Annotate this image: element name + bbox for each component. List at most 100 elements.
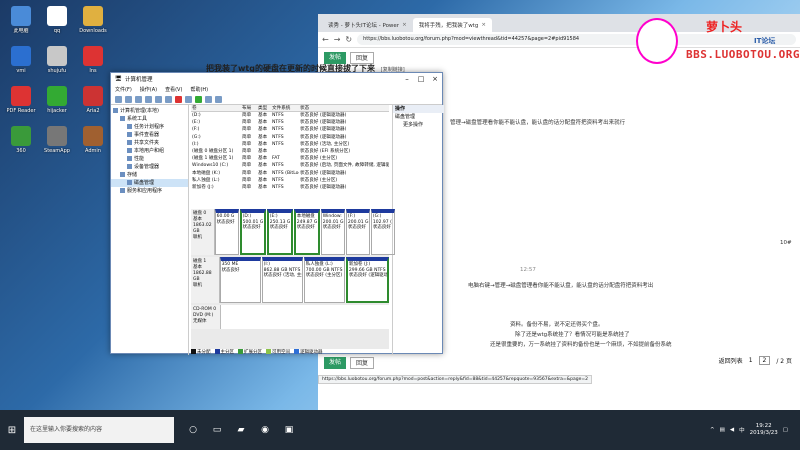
back-icon[interactable] xyxy=(115,95,122,103)
post-button-bottom[interactable]: 发帖 xyxy=(324,357,347,369)
table-row[interactable]: (E:) 简单 基本 NTFS 状态良好 (逻辑驱动器) xyxy=(191,119,389,126)
back-icon[interactable]: ← xyxy=(322,35,329,44)
chevron-up-icon[interactable]: ^ xyxy=(710,427,715,433)
table-row[interactable]: (I:) 简单 基本 NTFS 状态良好 (活动, 主分区) xyxy=(191,141,389,148)
reply-button-bottom[interactable]: 回复 xyxy=(350,357,375,369)
desktop-icon[interactable]: 此电脑 xyxy=(4,6,38,34)
page-link[interactable]: 1 xyxy=(749,357,753,364)
forward-icon[interactable]: → xyxy=(334,35,341,44)
network-icon[interactable]: ▤ xyxy=(720,427,725,433)
clock[interactable]: 19:22 2019/3/23 xyxy=(750,423,778,437)
desktop-icon[interactable]: qq xyxy=(40,6,74,34)
more-actions[interactable]: 更多操作 xyxy=(393,121,444,129)
computer-management-icon[interactable]: ▣ xyxy=(284,425,294,435)
table-row[interactable]: (磁盘 1 磁盘分区 1) 简单 基本 FAT 状态良好 (主分区) xyxy=(191,155,389,162)
window-titlebar[interactable]: 🖥 计算机管理 – □ × xyxy=(111,73,442,85)
cortana-icon[interactable]: ○ xyxy=(188,425,198,435)
desktop-icon[interactable]: Ins xyxy=(76,46,110,74)
tree-item[interactable]: 磁盘管理 xyxy=(111,179,188,187)
delete-icon[interactable] xyxy=(175,95,182,103)
partition[interactable]: (I:)862.88 GB NTFS状态良好 (活动, 主分区) xyxy=(261,257,303,303)
back-to-list-link[interactable]: 返回列表 xyxy=(719,356,743,365)
tree-item[interactable]: 计算机管理(本地) xyxy=(111,107,188,115)
partition[interactable]: 私人独盘 (L:) 700.00 GB NTFS 状态良好 (主分区) xyxy=(303,257,345,303)
tree-item[interactable]: 服务和应用程序 xyxy=(111,187,188,195)
disk-label[interactable]: CD-ROM 0 DVD (M:) 无媒体 xyxy=(191,305,221,329)
table-row[interactable]: 新加卷 (J:) 简单 基本 NTFS 状态良好 (逻辑驱动器) xyxy=(191,184,389,191)
volume-icon[interactable]: ◀ xyxy=(730,427,734,433)
partition[interactable]: Window: 200.01 G 状态良好 xyxy=(320,209,345,255)
minimize-icon[interactable]: – xyxy=(400,75,414,83)
column-header[interactable]: 文件系统 xyxy=(271,105,299,111)
taskbar-search[interactable]: 在这里输入你要搜索的内容 xyxy=(24,417,174,443)
column-header[interactable]: 卷 xyxy=(191,105,241,111)
tree-item[interactable]: 本地用户和组 xyxy=(111,147,188,155)
tree-item[interactable]: 系统工具 xyxy=(111,115,188,123)
task-view-icon[interactable]: ▭ xyxy=(212,425,222,435)
column-header[interactable]: 类型 xyxy=(257,105,271,111)
desktop-icon[interactable]: PDF Reader xyxy=(4,86,38,114)
tree-item[interactable]: 存储 xyxy=(111,171,188,179)
check-icon[interactable] xyxy=(195,95,202,103)
desktop-icon[interactable]: Admin xyxy=(76,126,110,154)
desktop-icon[interactable]: Aria2 xyxy=(76,86,110,114)
partition[interactable]: (D:) 500.01 G 状态良好 xyxy=(239,209,266,255)
tree-item[interactable]: 设备管理器 xyxy=(111,163,188,171)
table-row[interactable]: (G:) 简单 基本 NTFS 状态良好 (逻辑驱动器) xyxy=(191,134,389,141)
table-row[interactable]: 私人独盘 (L:) 简单 基本 NTFS 状态良好 (主分区) xyxy=(191,177,389,184)
close-tab-icon[interactable]: × xyxy=(402,22,407,28)
close-icon[interactable]: × xyxy=(428,75,442,83)
view-icon[interactable] xyxy=(165,95,172,103)
partition[interactable]: 60.00 G 状态良好 xyxy=(214,209,239,255)
tree-item[interactable]: 事件查看器 xyxy=(111,131,188,139)
help-icon[interactable] xyxy=(155,95,162,103)
tree-item[interactable]: 共享文件夹 xyxy=(111,139,188,147)
desktop-icon[interactable]: Downloads xyxy=(76,6,110,34)
partition[interactable]: (F:) 200.01 G 状态良好 xyxy=(345,209,370,255)
forward-icon[interactable] xyxy=(125,95,132,103)
close-tab-icon[interactable]: × xyxy=(481,22,486,28)
list-icon[interactable] xyxy=(215,95,222,103)
table-row[interactable]: 本地磁盘 (K:) 简单基本 NTFS (BitLocker 已加密)状态良好 (逻… xyxy=(191,170,389,177)
partition[interactable]: 350 ME 状态良好 xyxy=(219,257,261,303)
desktop-icon[interactable]: 360 xyxy=(4,126,38,154)
folder-icon[interactable]: ▰ xyxy=(236,425,246,435)
search-icon[interactable] xyxy=(205,95,212,103)
desktop-icon[interactable]: vmi xyxy=(4,46,38,74)
browser-tab[interactable]: 我将手残，把我装了wtg × xyxy=(412,18,492,32)
forum-logo[interactable]: 萝卜头 IT论坛 BBS.LUOBOTOU.ORG xyxy=(636,14,799,70)
menu-item[interactable]: 操作(A) xyxy=(140,86,157,93)
table-row[interactable]: (D:) 简单 基本 NTFS 状态良好 (逻辑驱动器) xyxy=(191,112,389,119)
partition[interactable]: (E:) 250.13 G 状态良好 xyxy=(266,209,293,255)
up-icon[interactable] xyxy=(135,95,142,103)
chrome-icon[interactable]: ◉ xyxy=(260,425,270,435)
column-header[interactable]: 状态 xyxy=(299,105,389,111)
partition[interactable]: (G:) 102.97 (状态良好 xyxy=(370,209,395,255)
partition[interactable]: 新加卷 (J:)299.66 GB NTFS状态良好 (逻辑驱动器) xyxy=(345,257,389,303)
refresh-icon[interactable] xyxy=(185,95,192,103)
table-row[interactable]: Windows10 (C:) 简单 基本 NTFS 状态良好 (启动, 页面文件, 故障… xyxy=(191,162,389,169)
page-current[interactable]: 2 xyxy=(758,356,771,365)
menu-item[interactable]: 帮助(H) xyxy=(190,86,208,93)
refresh-icon[interactable]: ↻ xyxy=(345,35,352,44)
actions-section[interactable]: 磁盘管理 xyxy=(393,113,444,121)
partition[interactable]: 本地磁盘 249.87 G 状态良好 xyxy=(293,209,320,255)
tree-item[interactable]: 任务计划程序 xyxy=(111,123,188,131)
browser-tab[interactable]: 读秀 - 萝卜头IT论坛 - Power × xyxy=(322,18,413,32)
menu-item[interactable]: 文件(F) xyxy=(115,86,132,93)
desktop-icon[interactable]: shujufu xyxy=(40,46,74,74)
desktop-icon[interactable]: hijacker xyxy=(40,86,74,114)
menu-item[interactable]: 查看(V) xyxy=(165,86,182,93)
table-row[interactable]: (F:) 简单 基本 NTFS 状态良好 (逻辑驱动器) xyxy=(191,126,389,133)
windows-start-icon[interactable]: ⊞ xyxy=(0,425,24,436)
table-row[interactable]: (磁盘 0 磁盘分区 1) 简单 基本 状态良好 (EFI 系统分区) xyxy=(191,148,389,155)
ime-indicator[interactable]: 中 xyxy=(739,426,745,434)
tree-item[interactable]: 性能 xyxy=(111,155,188,163)
disk-label[interactable]: 磁盘 0 基本 1863.02 GB 联机 xyxy=(191,209,215,255)
column-header[interactable]: 布局 xyxy=(241,105,257,111)
properties-icon[interactable] xyxy=(145,95,152,103)
disk-label[interactable]: 磁盘 1 基本 1862.88 GB 联机 xyxy=(191,257,220,303)
notification-icon[interactable]: ▢ xyxy=(783,427,788,433)
maximize-icon[interactable]: □ xyxy=(414,75,428,83)
desktop-icon[interactable]: SteamApp xyxy=(40,126,74,154)
